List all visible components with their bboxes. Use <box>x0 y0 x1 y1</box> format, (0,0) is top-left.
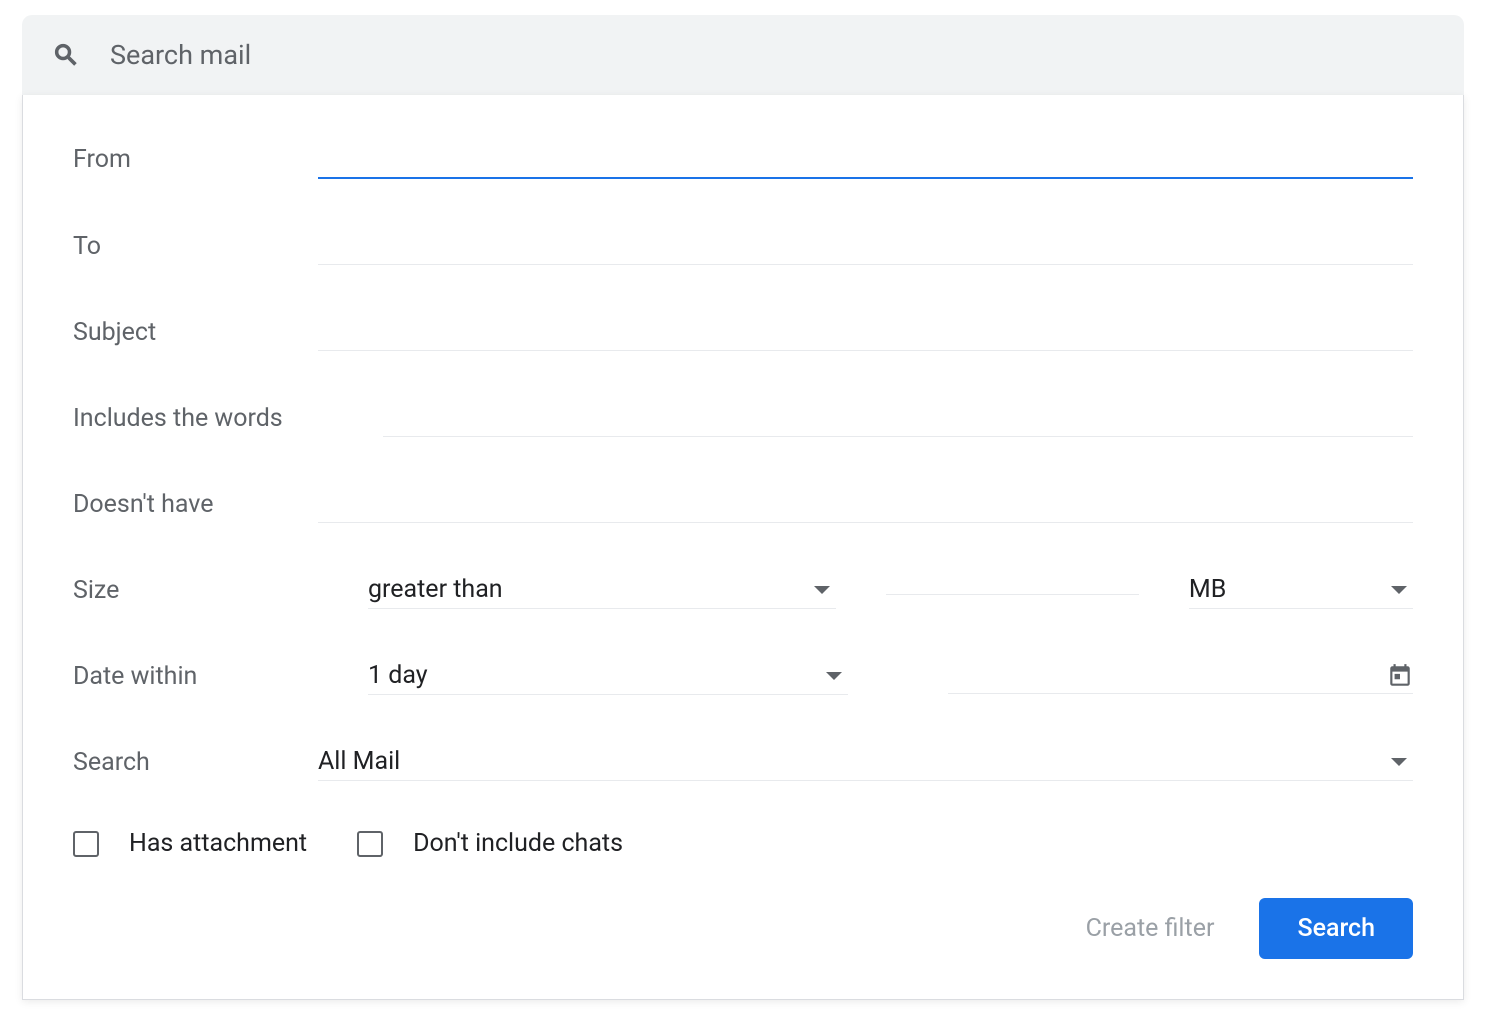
chevron-down-icon <box>814 586 830 594</box>
exclude-chats-checkbox[interactable] <box>357 831 383 857</box>
search-scope-value: All Mail <box>318 747 400 776</box>
doesnt-have-label: Doesn't have <box>73 490 318 519</box>
search-bar[interactable]: Search mail <box>22 15 1464 95</box>
to-input[interactable] <box>318 227 1413 265</box>
search-scope-label: Search <box>73 748 318 777</box>
size-operator-dropdown[interactable]: greater than <box>368 571 836 609</box>
size-unit-dropdown[interactable]: MB <box>1189 571 1413 609</box>
date-within-label: Date within <box>73 662 318 691</box>
advanced-search-panel: From To Subject Includes the words Doesn… <box>22 95 1464 1000</box>
has-attachment-checkbox-group[interactable]: Has attachment <box>73 829 307 858</box>
exclude-chats-label: Don't include chats <box>413 829 623 858</box>
date-picker-field[interactable] <box>948 659 1413 694</box>
includes-words-input[interactable] <box>383 399 1413 437</box>
to-label: To <box>73 232 318 261</box>
chevron-down-icon <box>1391 758 1407 766</box>
chevron-down-icon <box>826 672 842 680</box>
from-label: From <box>73 145 318 174</box>
has-attachment-label: Has attachment <box>129 829 307 858</box>
has-attachment-checkbox[interactable] <box>73 831 99 857</box>
doesnt-have-input[interactable] <box>318 485 1413 523</box>
search-scope-dropdown[interactable]: All Mail <box>318 743 1413 781</box>
search-button[interactable]: Search <box>1259 898 1413 959</box>
from-input[interactable] <box>318 140 1413 179</box>
exclude-chats-checkbox-group[interactable]: Don't include chats <box>357 829 623 858</box>
create-filter-button[interactable]: Create filter <box>1086 914 1215 943</box>
size-unit-value: MB <box>1189 575 1226 604</box>
date-range-value: 1 day <box>368 661 428 690</box>
search-placeholder: Search mail <box>110 39 251 71</box>
search-icon <box>52 41 80 69</box>
subject-input[interactable] <box>318 313 1413 351</box>
includes-words-label: Includes the words <box>73 404 318 433</box>
size-label: Size <box>73 576 318 605</box>
calendar-icon <box>1387 663 1413 689</box>
chevron-down-icon <box>1391 586 1407 594</box>
date-range-dropdown[interactable]: 1 day <box>368 657 848 695</box>
size-operator-value: greater than <box>368 575 503 604</box>
size-value-input[interactable] <box>886 586 1139 595</box>
subject-label: Subject <box>73 318 318 347</box>
